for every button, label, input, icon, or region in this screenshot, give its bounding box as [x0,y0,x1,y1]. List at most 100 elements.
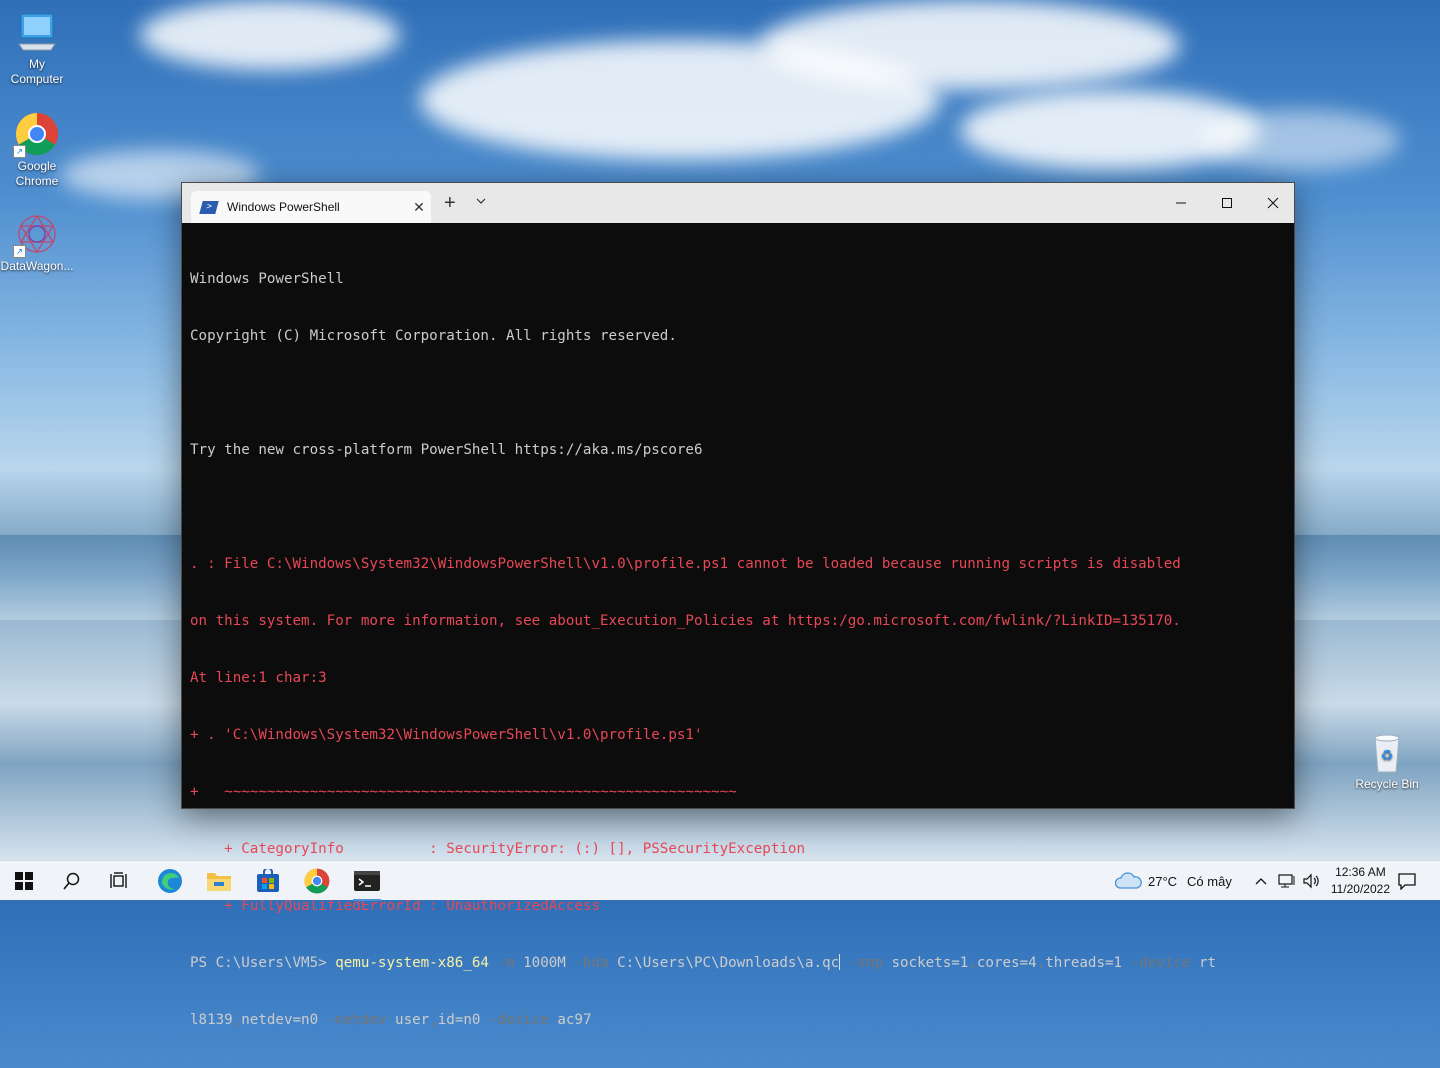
new-tab-button[interactable]: + [444,192,456,215]
clock-time: 12:36 AM [1335,865,1386,879]
command-value: netdev=n0 [241,1012,319,1028]
weather-condition: Có mây [1187,873,1232,889]
tab-windows-powershell[interactable]: > Windows PowerShell ✕ [191,191,431,223]
desktop-icon-label: Chrome [15,174,59,188]
task-view-icon [110,872,127,888]
taskbar-terminal[interactable] [343,861,391,901]
tab-dropdown-button[interactable] [476,195,486,209]
edge-icon [158,869,182,893]
terminal-line: Try the new cross-platform PowerShell ht… [190,442,703,458]
desktop-icon-label: Recycle Bin [1355,777,1419,791]
command-separator: , [429,1012,438,1028]
command-value: sockets=1 [882,955,969,971]
desktop-icon-recycle-bin[interactable]: ♻ Recycle Bin [1350,730,1424,792]
command-value: user [386,1012,430,1028]
task-view-button[interactable] [96,861,144,901]
command-value: threads=1 [1045,955,1123,971]
desktop-icon-label: DataWagon... [0,259,74,273]
search-button[interactable] [48,861,96,901]
windows-logo-icon [15,872,33,890]
command-separator: , [968,955,977,971]
command-line-continued[interactable]: l8139,netdev=n0 -netdev user,id=n0 -devi… [190,1011,1286,1030]
datawagon-icon: ↗ [13,212,59,258]
minimize-button[interactable] [1158,183,1204,223]
taskbar-chrome[interactable] [293,861,341,901]
terminal-line: Windows PowerShell [190,271,344,287]
error-line: + . 'C:\Windows\System32\WindowsPowerShe… [190,727,703,743]
command-line[interactable]: PS C:\Users\VM5> qemu-system-x86_64 -m 1… [190,954,1286,973]
desktop-icon-google-chrome[interactable]: ↗ Google Chrome [0,112,74,189]
desktop-icon-label: My [29,57,45,71]
system-clock[interactable]: 12:36 AM 11/20/2022 [1331,864,1390,898]
svg-text:♻: ♻ [1381,748,1394,764]
notification-icon [1398,873,1416,890]
powershell-window[interactable]: > Windows PowerShell ✕ + Windows PowerSh… [181,182,1295,1028]
cloud [1200,110,1400,170]
store-icon [257,869,279,892]
maximize-button[interactable] [1204,183,1250,223]
maximize-icon [1222,198,1232,208]
command-param: -smp [840,955,883,971]
command-param: -netdev [318,1012,387,1028]
window-titlebar[interactable]: > Windows PowerShell ✕ + [182,183,1294,223]
clock-date: 11/20/2022 [1330,882,1390,896]
command-param: -hda [565,955,609,971]
taskbar: 27°C Có mây 12:36 AM 11/20/2022 [0,860,1440,901]
cloud-icon [1114,872,1142,889]
desktop-icon-label: Google [17,159,57,173]
command-exe: qemu-system-x86_64 [335,955,489,971]
computer-icon [15,10,59,54]
start-button[interactable] [0,861,48,901]
terminal-icon [354,871,380,891]
weather-temperature: 27°C [1148,873,1178,889]
search-icon [63,872,80,890]
command-param: -m [488,955,515,971]
speaker-icon [1303,873,1319,889]
shortcut-arrow-icon: ↗ [13,245,26,258]
terminal-line: Copyright (C) Microsoft Corporation. All… [190,328,677,344]
command-value: id=n0 [437,1012,481,1028]
error-line: + ~~~~~~~~~~~~~~~~~~~~~~~~~~~~~~~~~~~~~~… [190,784,737,800]
taskbar-edge[interactable] [146,861,194,901]
recycle-bin-icon: ♻ [1365,730,1409,774]
command-separator: , [1036,955,1046,971]
command-param: -device [1122,955,1191,971]
error-line: At line:1 char:3 [190,670,327,686]
notification-button[interactable] [1397,861,1417,901]
chevron-down-icon [476,198,486,204]
volume-button[interactable] [1302,861,1320,901]
desktop-icon-my-computer[interactable]: My Computer [0,10,74,87]
cloud [140,0,400,70]
chevron-up-icon [1255,878,1267,885]
taskbar-microsoft-store[interactable] [244,861,292,901]
powershell-icon: > [199,200,219,214]
weather-widget[interactable]: 27°C Có mây [1114,861,1232,901]
tab-title: Windows PowerShell [227,200,340,214]
error-line: + CategoryInfo : SecurityError: (:) [], … [190,841,805,857]
error-line: . : File C:\Windows\System32\WindowsPowe… [190,556,1181,572]
chrome-icon [304,868,330,894]
command-separator: , [232,1012,242,1028]
command-value: l8139 [190,1012,233,1028]
error-line: on this system. For more information, se… [190,613,1181,629]
taskbar-file-explorer[interactable] [195,861,243,901]
show-hidden-icons-button[interactable] [1254,861,1268,901]
close-icon [1267,197,1279,209]
tab-close-icon[interactable]: ✕ [407,199,431,216]
network-button[interactable] [1278,861,1296,901]
network-icon [1278,874,1295,888]
prompt: PS C:\Users\VM5> [190,955,336,971]
shortcut-arrow-icon: ↗ [13,145,26,158]
close-button[interactable] [1250,183,1296,223]
chrome-icon: ↗ [13,112,59,158]
terminal-output[interactable]: Windows PowerShell Copyright (C) Microso… [190,232,1286,1028]
desktop-icon-datawagon[interactable]: ↗ DataWagon... [0,212,74,274]
command-value: ac97 [548,1012,592,1028]
command-value: rt [1190,955,1217,971]
command-value: C:\Users\PC\Downloads\a.qc [608,955,840,971]
desktop-icon-label: Computer [10,72,64,86]
command-param: -device [480,1012,549,1028]
minimize-icon [1176,202,1186,204]
